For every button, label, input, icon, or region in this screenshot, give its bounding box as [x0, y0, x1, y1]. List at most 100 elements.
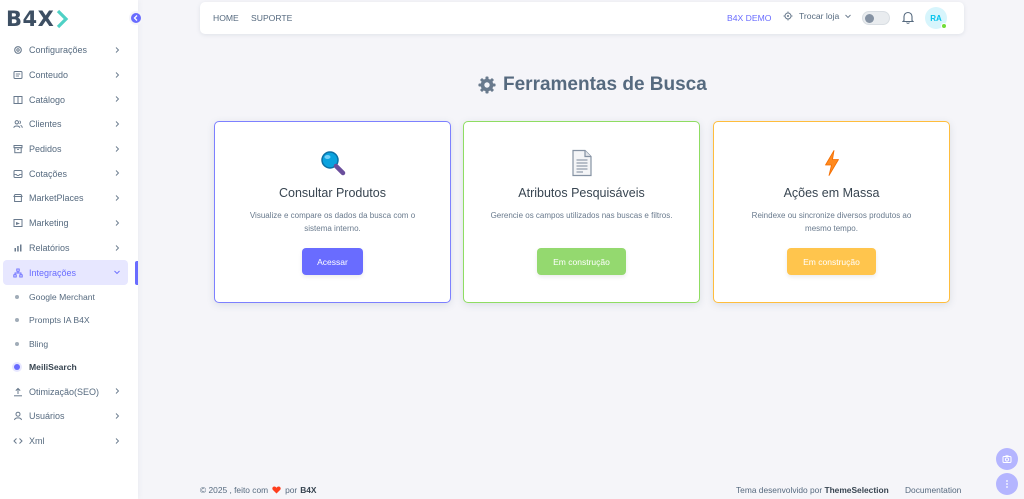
sidebar-item-pedidos[interactable]: Pedidos	[0, 137, 138, 162]
sidebar-item-cotacoes[interactable]: Cotações	[0, 161, 138, 186]
heart-icon	[272, 486, 281, 494]
sidebar-item-label: Usuários	[29, 411, 65, 422]
nav-home-link[interactable]: HOME	[213, 13, 239, 23]
card-title: Ações em Massa	[783, 186, 880, 200]
inbox-icon	[12, 168, 23, 179]
chevron-right-icon	[115, 413, 120, 419]
sidebar: B4X Configurações Conteudo Catálogo Clie…	[0, 0, 138, 499]
sidebar-item-usuarios[interactable]: Usuários	[0, 404, 138, 429]
user-icon	[12, 411, 23, 422]
footer-brand-link[interactable]: B4X	[300, 485, 316, 495]
page-title-text: Ferramentas de Busca	[503, 74, 707, 95]
sidebar-item-conteudo[interactable]: Conteudo	[0, 63, 138, 88]
bullet-icon	[15, 294, 19, 299]
sidebar-item-relatorios[interactable]: Relatórios	[0, 236, 138, 261]
sidebar-menu: Configurações Conteudo Catálogo Clientes…	[0, 38, 138, 453]
sidebar-item-label: Marketing	[29, 218, 69, 229]
store-icon	[12, 193, 23, 204]
sidebar-item-clientes[interactable]: Clientes	[0, 112, 138, 137]
sidebar-item-marketplaces[interactable]: MarketPlaces	[0, 186, 138, 211]
theme-author-link[interactable]: ThemeSelection	[824, 485, 888, 495]
online-status-dot	[941, 23, 947, 29]
document-icon	[464, 149, 699, 177]
sidebar-subitem-label: Bling	[29, 338, 49, 349]
target-icon	[783, 11, 793, 21]
floating-more-button[interactable]	[996, 473, 1018, 495]
store-name-link[interactable]: B4X DEMO	[727, 13, 771, 23]
switch-store-label: Trocar loja	[799, 11, 840, 21]
bar-chart-icon	[12, 242, 23, 253]
chevron-right-icon	[115, 71, 120, 78]
top-navbar: HOME SUPORTE B4X DEMO Trocar loja RA	[200, 2, 964, 34]
camera-icon	[1002, 455, 1012, 463]
sidebar-item-catalogo[interactable]: Catálogo	[0, 87, 138, 112]
page-title: Ferramentas de Busca	[478, 74, 707, 96]
upload-icon	[12, 386, 23, 397]
sidebar-item-label: Integrações	[29, 267, 77, 278]
switch-store-dropdown[interactable]: Trocar loja	[783, 11, 852, 21]
card-title: Atributos Pesquisáveis	[518, 186, 645, 200]
logo[interactable]: B4X	[6, 6, 71, 32]
chevron-right-icon	[115, 195, 120, 201]
card-description: Gerencie os campos utilizados nas buscas…	[490, 211, 673, 220]
sidebar-item-otimizacao-seo[interactable]: Otimização(SEO)	[0, 379, 138, 404]
chevron-right-icon	[115, 170, 120, 177]
chevron-left-icon	[133, 15, 138, 21]
sidebar-subitem-google-merchant[interactable]: Google Merchant	[0, 285, 138, 309]
chevron-right-icon	[115, 244, 120, 251]
sidebar-item-label: Cotações	[29, 168, 68, 179]
access-button[interactable]: Acessar	[302, 248, 363, 275]
sidebar-item-label: Configurações	[29, 45, 88, 56]
sidebar-item-label: Relatórios	[29, 242, 70, 253]
gear-icon	[12, 45, 23, 56]
sidebar-subitem-meilisearch[interactable]: MeiliSearch	[0, 356, 138, 380]
collapse-sidebar-button[interactable]	[129, 11, 143, 25]
chevron-right-icon	[115, 388, 120, 395]
sidebar-item-label: Xml	[29, 435, 45, 446]
theme-credit-text: Tema desenvolvido por	[736, 485, 823, 495]
sidebar-item-label: MarketPlaces	[29, 193, 84, 204]
under-construction-button[interactable]: Em construção	[787, 248, 876, 275]
card-consultar-produtos: Consultar Produtos Visualize e compare o…	[214, 121, 451, 303]
sidebar-item-xml[interactable]: Xml	[0, 429, 138, 454]
sidebar-item-label: Conteudo	[29, 70, 69, 81]
logo-chevron-icon	[55, 9, 71, 29]
card-atributos-pesquisaveis: Atributos Pesquisáveis Gerencie os campo…	[463, 121, 700, 303]
documentation-link[interactable]: Documentation	[905, 485, 961, 495]
active-menu-indicator	[135, 261, 138, 285]
code-icon	[12, 435, 23, 446]
content-icon	[12, 70, 23, 81]
chevron-right-icon	[115, 96, 120, 103]
sidebar-item-integracoes[interactable]: Integrações	[3, 260, 128, 285]
gear-icon	[478, 76, 496, 94]
magnifier-icon	[215, 149, 450, 177]
chevron-down-icon	[845, 14, 852, 19]
more-vertical-icon	[1006, 480, 1008, 488]
theme-toggle[interactable]	[862, 11, 890, 25]
footer-theme-credit: Tema desenvolvido por ThemeSelection	[736, 485, 889, 495]
user-avatar[interactable]: RA	[925, 7, 947, 29]
bullet-icon	[14, 364, 20, 371]
toggle-knob	[865, 13, 874, 23]
sitemap-icon	[12, 267, 23, 278]
sidebar-item-configuracoes[interactable]: Configurações	[0, 38, 138, 63]
under-construction-button[interactable]: Em construção	[537, 248, 626, 275]
nav-support-link[interactable]: SUPORTE	[251, 13, 292, 23]
sidebar-item-marketing[interactable]: Marketing	[0, 211, 138, 236]
chevron-right-icon	[115, 145, 120, 152]
floating-camera-button[interactable]	[996, 448, 1018, 470]
sidebar-subitem-bling[interactable]: Bling	[0, 332, 138, 356]
card-title: Consultar Produtos	[278, 186, 386, 200]
bullet-icon	[15, 341, 19, 346]
sidebar-item-label: Pedidos	[29, 144, 62, 155]
bullet-icon	[15, 318, 19, 323]
chevron-down-icon	[114, 270, 120, 275]
copyright-text: © 2025 , feito com	[200, 485, 269, 495]
notification-bell-icon[interactable]	[902, 11, 914, 24]
archive-icon	[12, 144, 23, 155]
chevron-right-icon	[115, 47, 120, 53]
sidebar-subitem-label: Google Merchant	[29, 291, 95, 302]
campaign-icon	[12, 218, 23, 229]
sidebar-subitem-prompts-ia[interactable]: Prompts IA B4X	[0, 308, 138, 332]
sidebar-subitem-label: MeiliSearch	[29, 362, 77, 373]
